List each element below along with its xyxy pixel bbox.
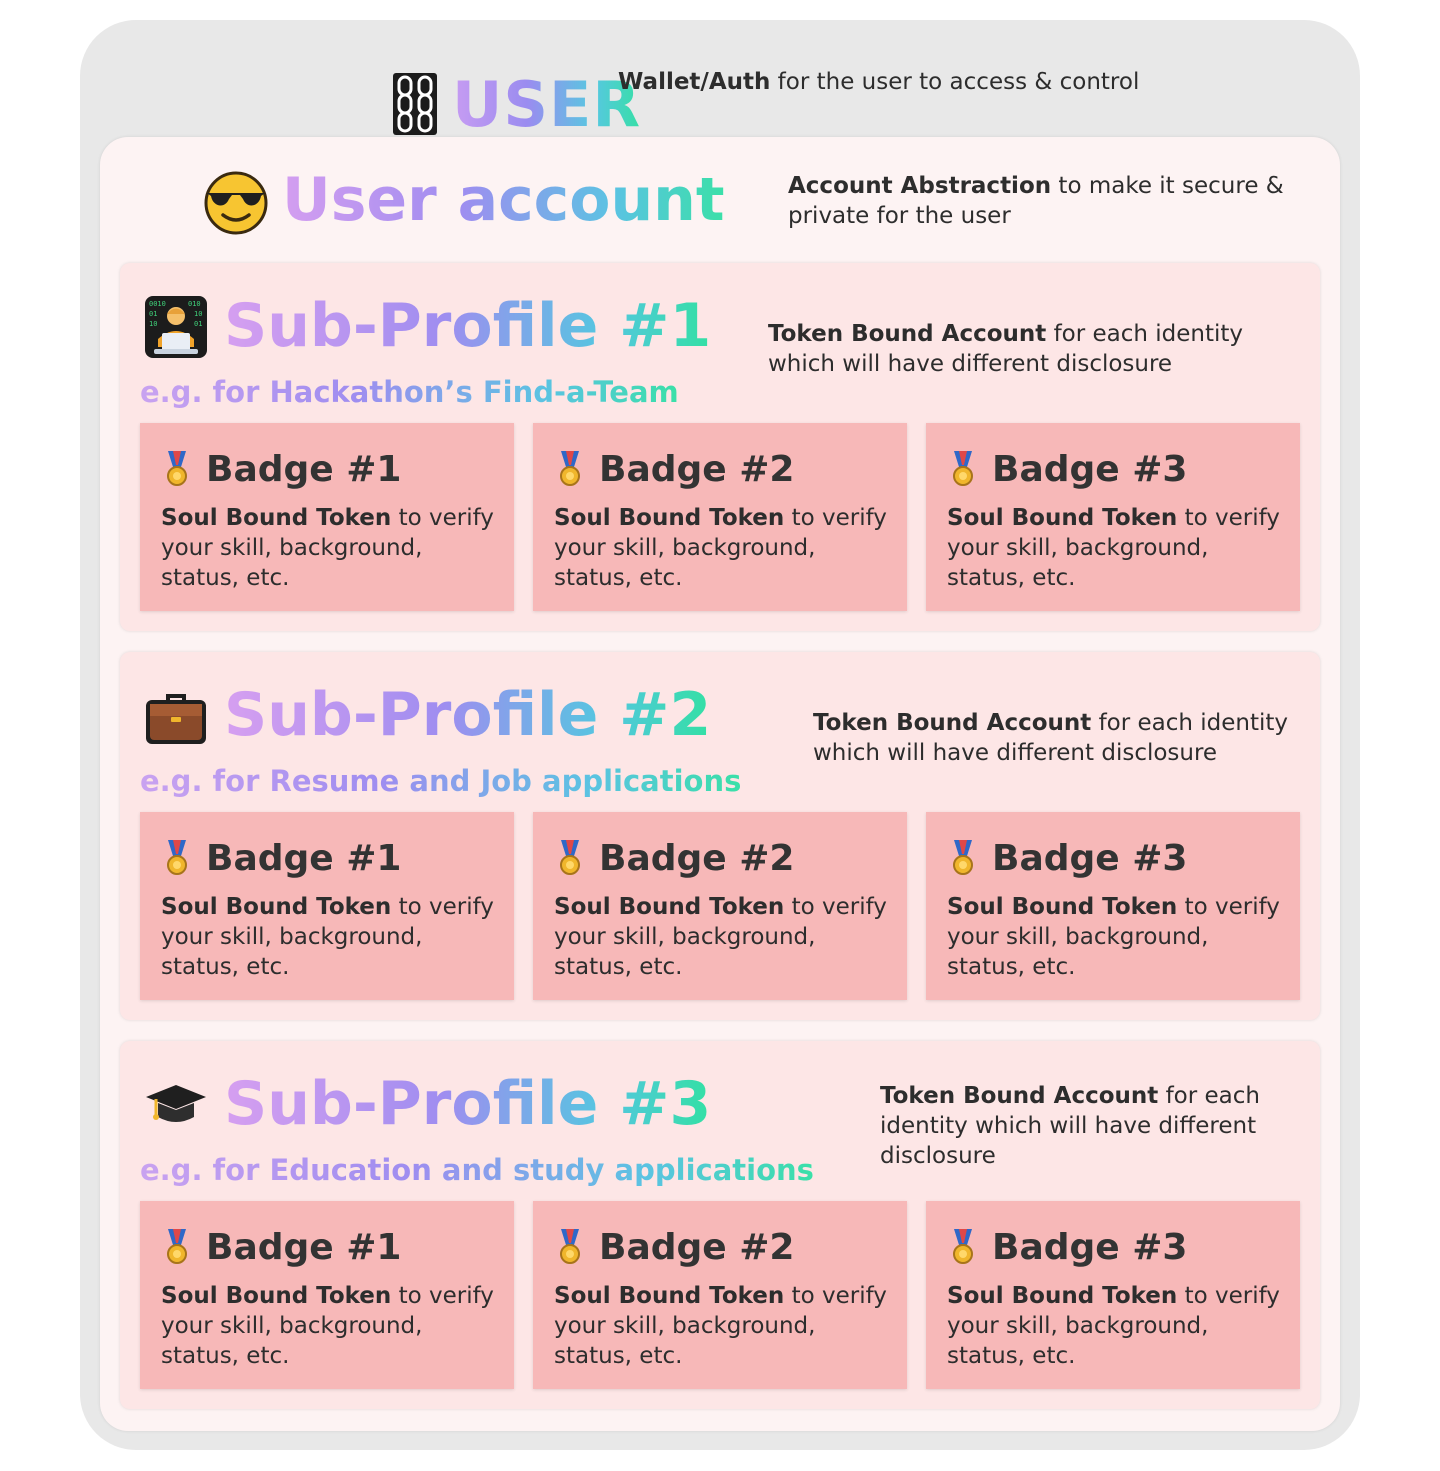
badge-title: Badge #1 <box>206 449 402 490</box>
svg-text:10: 10 <box>194 310 202 318</box>
badge-desc-bold: Soul Bound Token <box>554 505 785 531</box>
badge-card: Badge #2 Soul Bound Token to verify your… <box>533 1201 907 1389</box>
sub-profile-description: Token Bound Account for each identity wh… <box>880 1081 1280 1171</box>
badge-desc-bold: Soul Bound Token <box>947 894 1178 920</box>
badge-card: Badge #3 Soul Bound Token to verify your… <box>926 1201 1300 1389</box>
badge-desc-bold: Soul Bound Token <box>554 894 785 920</box>
sub-profile-subtitle: e.g. for Hackathon’s Find-a-Team <box>140 375 679 409</box>
medal-icon <box>167 1229 187 1264</box>
sub-profile-title: Sub-Profile #2 <box>224 680 712 750</box>
medal-icon <box>560 451 580 486</box>
sub-profile-card: Sub-Profile #2 e.g. for Resume and Job a… <box>120 652 1320 1020</box>
badge-card: Badge #1 Soul Bound Token to verify your… <box>140 1201 514 1389</box>
sub-profile-subtitle: e.g. for Resume and Job applications <box>140 764 742 798</box>
badge-description: Soul Bound Token to verify your skill, b… <box>161 503 501 593</box>
sub-profile-title: Sub-Profile #3 <box>224 1069 712 1139</box>
technologist-icon: 0010 010 01 10 10 01 <box>145 296 207 358</box>
user-account-title: User account <box>282 165 725 235</box>
badge-card: Badge #2 Soul Bound Token to verify your… <box>533 812 907 1000</box>
badge-title: Badge #3 <box>992 449 1188 490</box>
medal-icon <box>167 451 187 486</box>
user-title: USER <box>452 67 642 141</box>
user-container: USER Wallet/Auth for the user to access … <box>80 20 1360 1450</box>
badge-description: Soul Bound Token to verify your skill, b… <box>947 1281 1287 1371</box>
user-description: Wallet/Auth for the user to access & con… <box>618 69 1139 95</box>
user-account-description: Account Abstraction to make it secure & … <box>788 171 1340 231</box>
badge-title: Badge #2 <box>599 449 795 490</box>
medal-icon <box>953 1229 973 1264</box>
sub-profile-title: Sub-Profile #1 <box>224 291 712 361</box>
badge-title: Badge #2 <box>599 838 795 879</box>
sp-desc-bold: Token Bound Account <box>768 321 1047 347</box>
user-header: USER <box>392 67 642 141</box>
sp-desc-bold: Token Bound Account <box>880 1083 1159 1109</box>
svg-text:01: 01 <box>194 320 202 328</box>
briefcase-icon <box>146 694 206 744</box>
badge-card: Badge #1 Soul Bound Token to verify your… <box>140 812 514 1000</box>
svg-text:10: 10 <box>149 320 157 328</box>
user-account-panel: User account Account Abstraction to make… <box>100 137 1340 1431</box>
badge-card: Badge #2 Soul Bound Token to verify your… <box>533 423 907 611</box>
user-desc-bold: Wallet/Auth <box>618 69 771 95</box>
medal-icon <box>560 840 580 875</box>
sub-profile-card: 0010 010 01 10 10 01 Sub-Profile #1 e.g. fo… <box>120 263 1320 631</box>
badge-description: Soul Bound Token to verify your skill, b… <box>161 892 501 982</box>
sub-profile-card: Sub-Profile #3 e.g. for Education and st… <box>120 1041 1320 1409</box>
svg-text:01: 01 <box>149 310 157 318</box>
badge-description: Soul Bound Token to verify your skill, b… <box>554 1281 894 1371</box>
badge-desc-bold: Soul Bound Token <box>554 1283 785 1309</box>
badge-description: Soul Bound Token to verify your skill, b… <box>161 1281 501 1371</box>
badge-desc-bold: Soul Bound Token <box>161 1283 392 1309</box>
sp-desc-bold: Token Bound Account <box>813 710 1092 736</box>
badge-card: Badge #3 Soul Bound Token to verify your… <box>926 423 1300 611</box>
account-desc-bold: Account Abstraction <box>788 173 1052 199</box>
badge-description: Soul Bound Token to verify your skill, b… <box>554 503 894 593</box>
badge-desc-bold: Soul Bound Token <box>947 505 1178 531</box>
sub-profile-description: Token Bound Account for each identity wh… <box>768 319 1248 379</box>
user-desc-rest: for the user to access & control <box>770 69 1140 95</box>
sub-profile-subtitle: e.g. for Education and study application… <box>140 1153 814 1187</box>
badge-description: Soul Bound Token to verify your skill, b… <box>947 503 1287 593</box>
badge-title: Badge #2 <box>599 1227 795 1268</box>
medal-icon <box>953 840 973 875</box>
graduation-cap-icon <box>146 1085 206 1122</box>
chain-link-icon <box>393 73 437 135</box>
badge-desc-bold: Soul Bound Token <box>947 1283 1178 1309</box>
svg-text:010: 010 <box>188 300 201 308</box>
badge-desc-bold: Soul Bound Token <box>161 894 392 920</box>
medal-icon <box>560 1229 580 1264</box>
badge-title: Badge #3 <box>992 838 1188 879</box>
sub-profile-description: Token Bound Account for each identity wh… <box>813 708 1293 768</box>
medal-icon <box>167 840 187 875</box>
badge-description: Soul Bound Token to verify your skill, b… <box>947 892 1287 982</box>
badge-title: Badge #3 <box>992 1227 1188 1268</box>
badge-title: Badge #1 <box>206 838 402 879</box>
sunglasses-face-icon <box>204 171 268 235</box>
badge-description: Soul Bound Token to verify your skill, b… <box>554 892 894 982</box>
medal-icon <box>953 451 973 486</box>
badge-card: Badge #1 Soul Bound Token to verify your… <box>140 423 514 611</box>
badge-title: Badge #1 <box>206 1227 402 1268</box>
svg-text:0010: 0010 <box>149 300 166 308</box>
badge-desc-bold: Soul Bound Token <box>161 505 392 531</box>
badge-card: Badge #3 Soul Bound Token to verify your… <box>926 812 1300 1000</box>
